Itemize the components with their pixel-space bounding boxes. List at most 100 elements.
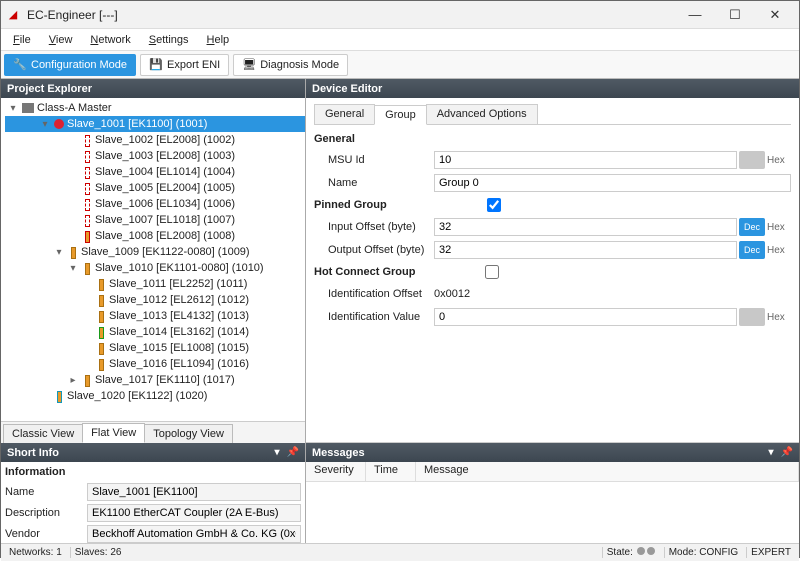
tree-node[interactable]: Slave_1006 [EL1034] (1006) — [5, 196, 305, 212]
project-explorer-panel: Project Explorer ▾ Class-A Master ▾Slave… — [1, 79, 306, 443]
expand-icon[interactable]: ▾ — [67, 263, 79, 274]
col-severity[interactable]: Severity — [306, 462, 366, 481]
device-icon — [54, 390, 64, 402]
toolbar: 🔧 Configuration Mode 💾 Export ENI 🖥 Diag… — [1, 51, 799, 79]
configuration-mode-button[interactable]: 🔧 Configuration Mode — [4, 54, 136, 76]
tree-node[interactable]: ▾ Slave_1009 [EK1122-0080] (1009) — [5, 244, 305, 260]
tree-label: Slave_1004 [EL1014] (1004) — [95, 166, 235, 178]
status-bar: Networks: 1 Slaves: 26 State: Mode: CONF… — [1, 543, 799, 561]
tree-label: Slave_1020 [EK1122] (1020) — [67, 390, 207, 402]
pin-icon[interactable]: 📌 — [287, 447, 299, 459]
device-icon — [96, 310, 106, 322]
output-offset-dec-button[interactable]: Dec — [739, 241, 765, 259]
tree-node[interactable]: Slave_1020 [EK1122] (1020) — [5, 388, 305, 404]
hot-connect-checkbox[interactable] — [485, 265, 499, 279]
output-offset-input[interactable] — [434, 241, 737, 259]
master-icon — [22, 103, 34, 113]
messages-header: Messages ▾ 📌 — [306, 443, 799, 462]
tree-node[interactable]: ▸Slave_1017 [EK1110] (1017) — [5, 372, 305, 388]
tree-node[interactable]: Slave_1007 [EL1018] (1007) — [5, 212, 305, 228]
messages-columns: Severity Time Message — [306, 462, 799, 482]
tree-label: Slave_1013 [EL4132] (1013) — [109, 310, 249, 322]
input-offset-input[interactable] — [434, 218, 737, 236]
device-icon — [96, 294, 106, 306]
wrench-icon: 🔧 — [13, 58, 27, 72]
idval-unit-button[interactable] — [739, 308, 765, 326]
information-heading: Information — [5, 466, 301, 478]
device-tree[interactable]: ▾ Class-A Master ▾Slave_1001 [EK1100] (1… — [1, 98, 305, 421]
tree-label: Slave_1007 [EL1018] (1007) — [95, 214, 235, 226]
dropdown-icon[interactable]: ▾ — [765, 447, 777, 459]
tree-node[interactable]: Slave_1016 [EL1094] (1016) — [5, 356, 305, 372]
tree-node[interactable]: Slave_1005 [EL2004] (1005) — [5, 180, 305, 196]
tree-node[interactable]: Slave_1011 [EL2252] (1011) — [5, 276, 305, 292]
identification-offset-label: Identification Offset — [314, 288, 434, 300]
maximize-button[interactable]: ☐ — [715, 3, 755, 27]
tree-label: Slave_1011 [EL2252] (1011) — [109, 278, 247, 290]
tree-label: Slave_1008 [EL2008] (1008) — [95, 230, 235, 242]
identification-value-input[interactable] — [434, 308, 737, 326]
msu-id-input[interactable] — [434, 151, 737, 169]
device-icon — [82, 262, 92, 274]
tree-node[interactable]: Slave_1013 [EL4132] (1013) — [5, 308, 305, 324]
section-hot-connect: Hot Connect Group — [314, 266, 415, 278]
title-bar: ◢ EC-Engineer [---] — ☐ ✕ — [1, 1, 799, 29]
menu-view[interactable]: View — [41, 32, 81, 48]
identification-value-label: Identification Value — [314, 311, 434, 323]
expand-icon[interactable]: ▸ — [67, 375, 79, 386]
short-info-header: Short Info ▾📌 — [1, 443, 305, 462]
tree-label: Slave_1009 [EK1122-0080] (1009) — [81, 246, 250, 258]
tab-group[interactable]: Group — [374, 105, 427, 125]
menu-file[interactable]: File — [5, 32, 39, 48]
tree-node[interactable]: Slave_1014 [EL3162] (1014) — [5, 324, 305, 340]
pinned-group-checkbox[interactable] — [487, 198, 501, 212]
tab-advanced-options[interactable]: Advanced Options — [426, 104, 538, 124]
expand-icon[interactable]: ▾ — [39, 119, 51, 130]
diagnosis-mode-button[interactable]: 🖥 Diagnosis Mode — [233, 54, 348, 76]
expand-icon[interactable]: ▾ — [53, 247, 65, 258]
menu-bar: File View Network Settings Help — [1, 29, 799, 51]
name-input[interactable] — [434, 174, 791, 192]
tree-label: Slave_1014 [EL3162] (1014) — [109, 326, 249, 338]
tree-node[interactable]: ▾Slave_1001 [EK1100] (1001) — [5, 116, 305, 132]
menu-help[interactable]: Help — [199, 32, 238, 48]
tree-node[interactable]: Slave_1002 [EL2008] (1002) — [5, 132, 305, 148]
group-icon — [54, 119, 64, 129]
short-desc-label: Description — [5, 507, 87, 519]
tab-general[interactable]: General — [314, 104, 375, 124]
device-icon — [82, 134, 92, 146]
minimize-button[interactable]: — — [675, 3, 715, 27]
msu-unit-button[interactable] — [739, 151, 765, 169]
dropdown-icon[interactable]: ▾ — [271, 447, 283, 459]
export-eni-button[interactable]: 💾 Export ENI — [140, 54, 229, 76]
tree-node[interactable]: Slave_1012 [EL2612] (1012) — [5, 292, 305, 308]
monitor-icon: 🖥 — [242, 58, 256, 72]
button-label: Configuration Mode — [31, 59, 127, 71]
tab-classic-view[interactable]: Classic View — [3, 424, 83, 443]
input-offset-dec-button[interactable]: Dec — [739, 218, 765, 236]
tree-node[interactable]: Slave_1008 [EL2008] (1008) — [5, 228, 305, 244]
tab-topology-view[interactable]: Topology View — [144, 424, 233, 443]
device-editor-header: Device Editor — [306, 79, 799, 98]
status-networks: Networks: 1 — [5, 547, 66, 558]
tree-label: Slave_1003 [EL2008] (1003) — [95, 150, 235, 162]
name-label: Name — [314, 177, 434, 189]
tab-flat-view[interactable]: Flat View — [82, 423, 145, 443]
col-message[interactable]: Message — [416, 462, 799, 481]
tree-node[interactable]: ▾Slave_1010 [EK1101-0080] (1010) — [5, 260, 305, 276]
project-explorer-header: Project Explorer — [1, 79, 305, 98]
pin-icon[interactable]: 📌 — [781, 447, 793, 459]
tree-node[interactable]: Slave_1004 [EL1014] (1004) — [5, 164, 305, 180]
panel-title: Messages — [312, 447, 365, 459]
col-time[interactable]: Time — [366, 462, 416, 481]
device-icon — [82, 166, 92, 178]
close-button[interactable]: ✕ — [755, 3, 795, 27]
device-icon — [96, 326, 106, 338]
tree-node[interactable]: Slave_1003 [EL2008] (1003) — [5, 148, 305, 164]
hex-label: Hex — [767, 312, 791, 323]
short-info-panel: Short Info ▾📌 Information Name Descripti… — [1, 443, 306, 543]
menu-settings[interactable]: Settings — [141, 32, 197, 48]
tree-node[interactable]: Slave_1015 [EL1008] (1015) — [5, 340, 305, 356]
menu-network[interactable]: Network — [82, 32, 138, 48]
tree-master[interactable]: ▾ Class-A Master — [5, 100, 305, 116]
